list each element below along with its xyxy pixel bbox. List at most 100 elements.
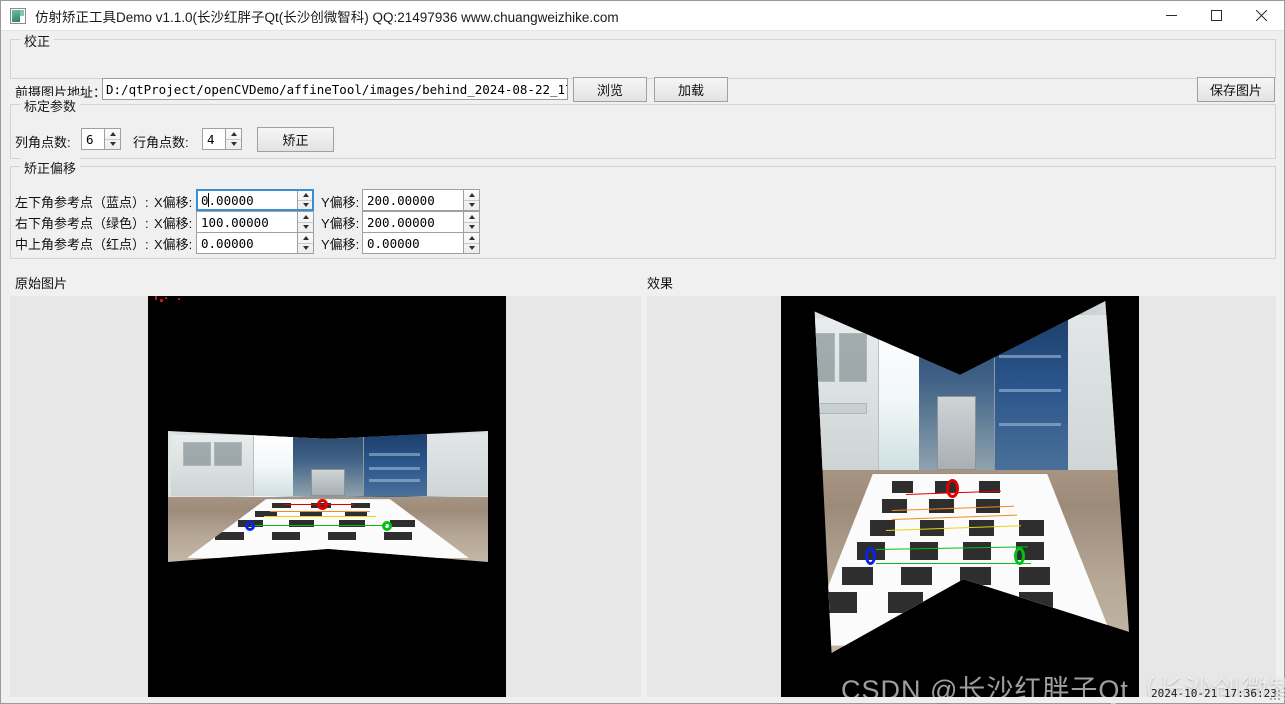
offset-y-arrows-0[interactable] [463,190,479,210]
cabinet-shelf [369,467,419,470]
offset-y-value-0[interactable]: 200.00000 [363,190,463,210]
load-button[interactable]: 加载 [654,77,728,102]
maximize-icon[interactable] [1194,1,1239,31]
minimize-icon[interactable] [1149,1,1194,31]
offset-y-value-2[interactable]: 0.00000 [363,233,463,253]
cabinet-glass [183,442,211,465]
row-corner-count-arrows[interactable] [225,129,241,149]
offset-x-spinbox-2[interactable]: 0.00000 [196,232,314,254]
calibration-chart: ■■■■■■■■■■■■■ [805,474,1116,646]
cabinet [798,318,879,470]
row-spin-down-icon[interactable] [226,140,241,150]
row-corner-count-spinbox[interactable]: 4 [202,128,242,150]
reference-marker-green [1014,547,1025,565]
chart-watermark-text: ■■■■■■■■■■ [272,552,385,556]
offset-y-label-2: Y偏移: [321,234,359,253]
offset-row-label-1: 右下角参考点（绿色）: [15,213,149,232]
offset-x-spinbox-0[interactable]: 0.00000 [196,189,314,211]
checkerboard [805,474,1116,646]
offset-x-arrows-1[interactable] [297,212,313,232]
offset-x-down-icon-0[interactable] [298,201,313,211]
image-path-input[interactable]: D:/qtProject/openCVDemo/affineTool/image… [102,78,568,100]
offset-y-up-icon-2[interactable] [464,233,479,244]
col-corner-count-arrows[interactable] [104,129,120,149]
col-spin-up-icon[interactable] [105,129,120,140]
cabinet-glass [214,442,242,465]
main-content: 校正 前摄图片地址： D:/qtProject/openCVDemo/affin… [1,31,1284,703]
effect-image-label: 效果 [647,273,673,292]
guide-line-green [876,563,1031,564]
offset-x-value-2[interactable]: 0.00000 [197,233,297,253]
ceiling-glow [852,304,1068,331]
blue-cabinet [994,315,1068,470]
title-bar: 仿射矫正工具Demo v1.1.0(长沙红胖子Qt(长沙创微智科) QQ:214… [1,1,1284,31]
row-corner-count-label: 行角点数: [133,132,189,151]
status-bar [1,697,1284,703]
browse-button[interactable]: 浏览 [573,77,647,102]
offset-x-up-icon-1[interactable] [298,212,313,223]
offset-y-down-icon-1[interactable] [464,223,479,233]
col-spin-down-icon[interactable] [105,140,120,150]
col-corner-count-value[interactable]: 6 [82,129,104,149]
window-controls [1149,1,1284,31]
offset-x-arrows-2[interactable] [297,233,313,253]
offset-y-spinbox-1[interactable]: 200.00000 [362,211,480,233]
guide-line-green [251,525,385,526]
checkerboard [187,499,469,558]
offset-y-arrows-1[interactable] [463,212,479,232]
app-icon [10,8,26,24]
col-corner-count-spinbox[interactable]: 6 [81,128,121,150]
offset-y-down-icon-0[interactable] [464,201,479,211]
offset-y-up-icon-1[interactable] [464,212,479,223]
fisheye-scene-original: ■■■■■■■■■■ [168,431,488,562]
correct-button[interactable]: 矫正 [257,127,334,152]
save-image-button[interactable]: 保存图片 [1197,77,1275,102]
corridor [919,321,993,470]
original-image-canvas: ■■■■■■■■■■ [148,296,506,699]
effect-image-panel[interactable]: ■■■■■■■■■■■■■ [647,296,1276,699]
offset-y-label-1: Y偏移: [321,213,359,232]
fisheye-scene-corrected: ■■■■■■■■■■■■■ [791,301,1129,653]
cabinet-shelf [369,453,419,456]
corridor [293,436,363,496]
original-image-panel[interactable]: ■■■■■■■■■■ [10,296,641,699]
offset-x-spinbox-1[interactable]: 100.00000 [196,211,314,233]
offset-x-up-icon-2[interactable] [298,233,313,244]
cabinet-drawer [807,403,866,414]
cabinet [171,435,254,497]
guide-line-yellow [264,516,376,517]
row-spin-up-icon[interactable] [226,129,241,140]
offset-x-value-1[interactable]: 100.00000 [197,212,297,232]
offset-y-arrows-2[interactable] [463,233,479,253]
offset-x-down-icon-2[interactable] [298,244,313,254]
offset-x-arrows-0[interactable] [297,190,313,210]
ceiling-light [940,337,960,367]
cabinet-shelf [999,355,1061,358]
resize-grip[interactable] [1269,689,1281,701]
close-icon[interactable] [1239,1,1284,31]
artifact-pixel [155,296,157,300]
ceiling-light [977,342,994,345]
calibration-group: 标定参数 [10,104,1276,159]
offset-y-label-0: Y偏移: [321,192,359,211]
floor: ■■■■■■■■■■■■■ [791,470,1129,653]
right-wall [1068,315,1129,477]
offset-y-up-icon-0[interactable] [464,190,479,201]
equipment-cabinet [937,396,976,470]
offset-y-spinbox-0[interactable]: 200.00000 [362,189,480,211]
cabinet-glass [807,333,834,382]
cabinet-glass [839,333,866,382]
cabinet-shelf [999,423,1061,426]
correction-group-legend: 校正 [20,31,54,50]
offset-group-legend: 矫正偏移 [20,158,80,177]
row-corner-count-value[interactable]: 4 [203,129,225,149]
offset-x-up-icon-0[interactable] [298,190,313,201]
offset-y-down-icon-2[interactable] [464,244,479,254]
room-background [791,301,1129,470]
col-corner-count-label: 列角点数: [15,132,71,151]
room-background [168,431,488,497]
offset-x-value-0[interactable]: 0.00000 [197,190,297,210]
offset-x-down-icon-1[interactable] [298,223,313,233]
offset-y-value-1[interactable]: 200.00000 [363,212,463,232]
offset-y-spinbox-2[interactable]: 0.00000 [362,232,480,254]
